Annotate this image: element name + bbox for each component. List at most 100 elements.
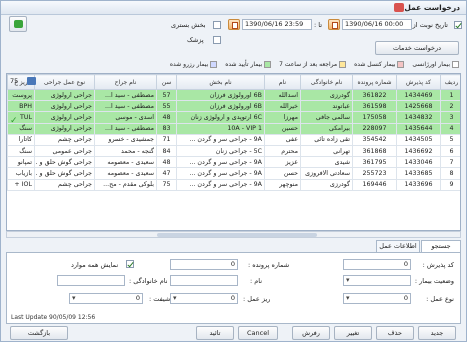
date-to-input[interactable]: 1390/06/16 23:59 [242,19,312,30]
show-all-checkbox[interactable] [126,260,134,268]
action-bar: جدید حذف تغییر رفرش Cancel تائید بازگشت [6,326,461,340]
table-cell: 6B اورولوژی فرزان [176,100,265,113]
col-surgery-type[interactable]: نوع عمل جراحی [34,74,95,90]
window-title: درخواست عمل [404,3,460,12]
table-cell: 83 [156,122,177,135]
table-cell: عفی [264,133,301,146]
table-cell: 5C - جراحی زنان [176,144,265,158]
table-cell: جراحی ارولوژی [34,100,95,113]
table-cell: 10A - VIP 1 [176,122,265,135]
table-cell: 1425668 [396,100,441,113]
doctor-label: پزشک [187,36,204,44]
scrollbar-thumb[interactable] [157,233,317,237]
tab-surgery-info[interactable]: اطلاعات عمل [376,240,420,252]
table-cell: جراحی ارولوژی [34,88,95,102]
grid-horizontal-scrollbar[interactable] [6,231,461,238]
table-cell: 9A - جراحی سر و گردن ... [176,156,265,169]
table-cell: عباتوند [300,100,353,113]
table-cell: بلوکی مقدم - مح... [94,178,157,191]
table-row[interactable]: 9 1433696 169446 گودرزی منوچهر 9A - جراحی سر … [7,178,460,191]
table-row[interactable]: 5 1434505 354542 تقی زاده تائی عفی 9A - جراحی… [7,133,460,146]
table-cell: تمپانو [7,156,35,169]
legend-cancelled: بیمار کنسل شده [354,61,405,68]
col-surgeon[interactable]: نام جراح [94,74,157,90]
table-cell: تقی زاده تائی [300,133,353,146]
date-from-calendar-icon[interactable] [328,19,340,30]
admission-code-input[interactable]: 0 [343,259,411,270]
table-cell: BPH [7,100,35,113]
table-cell: 71 [156,133,177,146]
emergency-ward-checkbox[interactable] [213,21,221,29]
request-services-button[interactable]: درخواست خدمات [375,41,459,55]
table-row[interactable]: 8 1433685 255723 سعادتی الافروزی حسن 9A - جرا… [7,167,460,180]
name-input[interactable] [170,275,238,286]
table-cell: بازیاب [7,167,35,180]
table-cell: عزیز [264,156,301,169]
family-name-input[interactable] [57,275,125,286]
sub-surgery-select[interactable]: 0 [170,293,238,304]
col-family-name[interactable]: نام خانوادگی [300,74,353,90]
table-cell: 1433685 [396,167,441,180]
doctor-checkbox[interactable] [213,36,221,44]
table-row[interactable]: 4 1435644 228097 بیرامکی حسین 10A - VIP 1 83 مص… [7,122,460,135]
table-cell: مصطفی - سید ا... [94,122,157,135]
tab-search[interactable]: جستجو [421,240,461,252]
col-name[interactable]: نام [264,74,301,90]
table-cell: اسدالله [264,88,301,102]
title-bar: درخواست عمل [1,1,466,15]
table-cell: پروست [7,88,35,102]
table-cell: 1436692 [396,144,441,158]
table-row[interactable]: 6 1436692 361868 تهرانی محترم 5C - جراحی زنان… [7,144,460,158]
confirm-button[interactable]: تائید [196,326,234,340]
table-cell: خیرالله [264,100,301,113]
table-row[interactable]: 1 1434469 361822 گودرزی اسدالله 6B اورولوژی ف… [7,88,460,102]
table-cell: 6 [440,144,460,158]
date-to-label: تا : [314,21,323,29]
table-row[interactable]: 2 1425668 361598 عباتوند خیرالله 6B اورولوژی … [7,100,460,113]
table-cell: گودرزی [300,178,353,191]
table-cell: 55 [156,100,177,113]
table-cell: 1435644 [396,122,441,135]
table-row[interactable]: 3 1434832 175058 سالمی جافی مهرزا 6C ارتوپدی … [7,111,460,124]
refresh-button[interactable]: رفرش [292,326,330,340]
shift-select[interactable]: 0 [69,293,143,304]
date-to-calendar-icon[interactable] [228,19,240,30]
delete-button[interactable]: حذف [376,326,414,340]
cancel-button[interactable]: Cancel [238,326,278,340]
change-button[interactable]: تغییر [334,326,372,340]
col-row[interactable]: ردیف [440,74,460,90]
col-ward[interactable]: نام بخش [176,74,265,90]
table-cell: سنگ [7,144,35,158]
back-button[interactable]: بازگشت [10,326,68,340]
table-cell: جراحی ارولوژی [34,122,95,135]
patient-status-select[interactable] [343,275,411,286]
table-cell: منوچهر [264,178,301,191]
table-cell: 354542 [352,133,397,146]
requests-grid[interactable]: ردیف کد پذیرش شماره پرونده نام خانوادگی … [6,73,461,231]
table-cell: 4 [440,122,460,135]
col-admission-code[interactable]: کد پذیرش [396,74,441,90]
col-file-number[interactable]: شماره پرونده [352,74,397,90]
table-row[interactable]: 7 1433046 361795 شیدی عزیز 9A - جراحی سر و گر… [7,156,460,169]
date-filter-checkbox[interactable] [454,21,462,29]
date-from-input[interactable]: 1390/06/16 00:00 [342,19,412,30]
date-from-label: تاریخ نوبت از : [408,21,448,29]
table-cell: جراحی عمومی [34,144,95,158]
file-number-input[interactable]: 0 [170,259,238,270]
show-all-label: نمایش همه موارد [71,261,119,269]
table-cell: 1433046 [396,156,441,169]
table-cell: 57 [156,88,177,102]
patient-status-label: وضعیت بیمار : [414,277,454,285]
table-cell: مصطفی - سید ا... [94,88,157,102]
table-cell: جراحی ارولوژی [34,111,95,124]
col-age[interactable]: سن [156,74,177,90]
table-cell: 6B اورولوژی فرزان [176,88,265,102]
surgery-type-select[interactable]: 0 [343,293,411,304]
grid-settings-icon[interactable] [27,77,36,85]
new-button[interactable]: جدید [418,326,456,340]
refresh-green-button[interactable] [9,16,27,32]
table-cell: اسدی - موسی [94,111,157,124]
table-cell: سالمی جافی [300,111,353,124]
table-cell: 75 [156,178,177,191]
row-count: 75 [10,77,19,85]
